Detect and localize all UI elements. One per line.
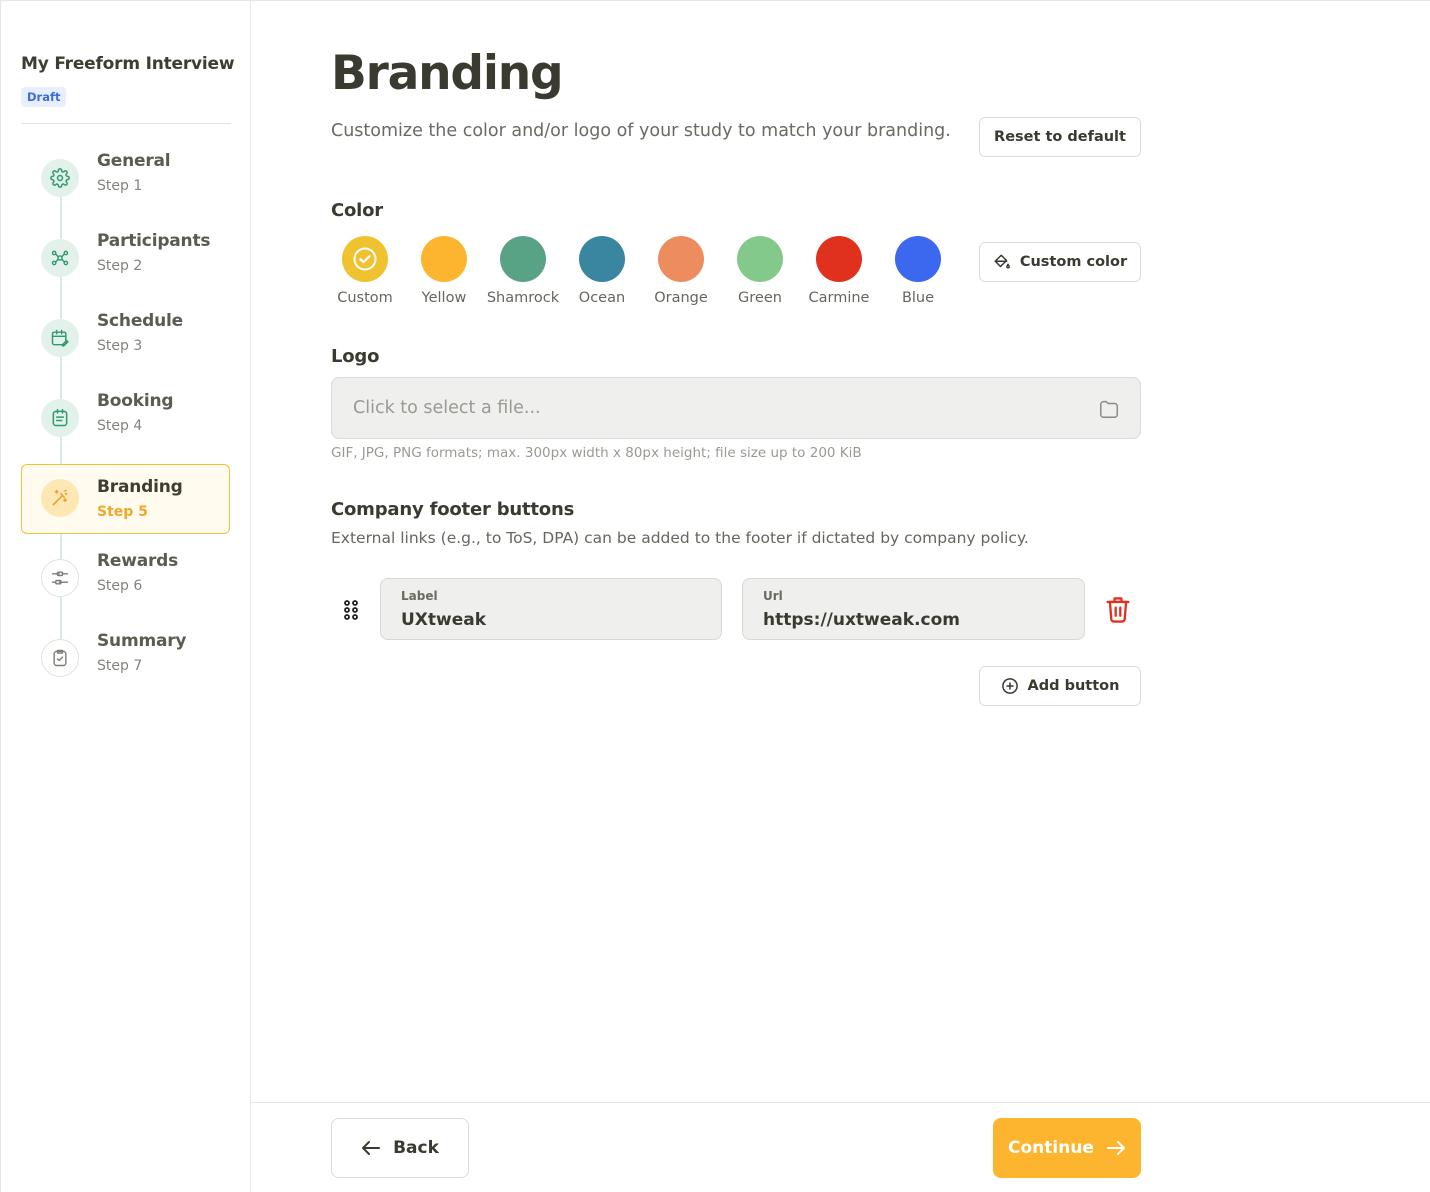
clipboard-check-icon: [41, 639, 79, 677]
magic-wand-icon: [41, 479, 79, 517]
step-number: Step 5: [97, 504, 148, 520]
logo-format-hint: GIF, JPG, PNG formats; max. 300px width …: [331, 445, 862, 461]
sidebar-step-summary[interactable]: Summary Step 7: [21, 624, 230, 694]
sidebar-step-rewards[interactable]: Rewards Step 6: [21, 544, 230, 614]
swatch-label: Green: [738, 290, 782, 306]
sidebar-step-participants[interactable]: Participants Step 2: [21, 224, 230, 294]
swatch-circle: [579, 236, 625, 282]
plus-circle-icon: [1001, 678, 1018, 694]
swatch-yellow[interactable]: Yellow: [404, 236, 484, 310]
swatch-label: Blue: [901, 290, 935, 306]
step-number: Step 1: [97, 178, 143, 194]
step-number: Step 3: [97, 338, 143, 354]
reset-button-label: Reset to default: [994, 129, 1126, 145]
field-title: Label: [401, 589, 438, 603]
swatch-ocean[interactable]: Ocean: [562, 236, 642, 310]
gear-icon: [41, 159, 79, 197]
continue-button[interactable]: Continue: [993, 1118, 1141, 1178]
trash-icon[interactable]: [1104, 595, 1132, 625]
step-name: Branding: [97, 477, 183, 497]
step-number: Step 4: [97, 418, 143, 434]
custom-color-label: Custom color: [1019, 254, 1128, 270]
swatch-label: Custom: [337, 290, 393, 306]
swatch-label: Carmine: [808, 290, 870, 306]
footer-buttons-heading: Company footer buttons: [331, 499, 575, 520]
swatch-label: Yellow: [421, 290, 467, 306]
booking-icon: [41, 399, 79, 437]
file-input-placeholder: Click to select a file...: [353, 398, 541, 418]
sidebar-step-general[interactable]: General Step 1: [21, 144, 230, 214]
step-name: Summary: [97, 631, 187, 651]
swatch-label: Ocean: [578, 290, 626, 306]
step-name: Participants: [97, 231, 211, 251]
swatch-green[interactable]: Green: [720, 236, 800, 310]
sidebar-step-branding[interactable]: Branding Step 5: [21, 464, 230, 534]
swatch-blue[interactable]: Blue: [878, 236, 958, 310]
footer-label-field[interactable]: Label UXtweak: [380, 578, 722, 640]
swatch-circle: [737, 236, 783, 282]
swatch-shamrock[interactable]: Shamrock: [483, 236, 563, 310]
step-name: Booking: [97, 391, 174, 411]
check-circle-icon: [353, 247, 377, 271]
footer-buttons-description: External links (e.g., to ToS, DPA) can b…: [331, 529, 1029, 547]
logo-file-input[interactable]: Click to select a file...: [331, 377, 1141, 439]
back-button-label: Back: [393, 1138, 439, 1158]
custom-color-button[interactable]: Custom color: [979, 242, 1141, 282]
field-value: UXtweak: [401, 610, 487, 630]
step-number: Step 6: [97, 578, 143, 594]
swatch-circle: [421, 236, 467, 282]
sidebar-divider: [21, 123, 231, 124]
swatch-circle: [658, 236, 704, 282]
logo-heading: Logo: [331, 346, 380, 367]
paint-bucket-icon: [994, 254, 1010, 269]
swatch-custom[interactable]: Custom: [325, 236, 405, 310]
swatch-carmine[interactable]: Carmine: [799, 236, 879, 310]
swatch-circle: [816, 236, 862, 282]
swatch-circle: [342, 236, 388, 282]
arrow-right-icon: [1106, 1141, 1125, 1155]
step-name: Rewards: [97, 551, 179, 571]
sidebar-step-booking[interactable]: Booking Step 4: [21, 384, 230, 454]
swatch-circle: [500, 236, 546, 282]
sidebar-step-schedule[interactable]: Schedule Step 3: [21, 304, 230, 374]
continue-button-label: Continue: [1008, 1138, 1094, 1158]
step-name: General: [97, 151, 171, 171]
sliders-icon: [41, 559, 79, 597]
footer-divider: [251, 1102, 1430, 1103]
footer-url-field[interactable]: Url https://uxtweak.com: [742, 578, 1085, 640]
step-number: Step 7: [97, 658, 143, 674]
step-name: Schedule: [97, 311, 183, 331]
drag-handle-icon[interactable]: [340, 598, 362, 622]
status-badge: Draft: [21, 87, 67, 107]
sidebar: My Freeform Interview Draft General Step…: [0, 0, 251, 1192]
back-button[interactable]: Back: [331, 1118, 469, 1178]
arrow-left-icon: [362, 1141, 381, 1155]
page-title: Branding: [331, 46, 564, 101]
swatch-label: Orange: [654, 290, 708, 306]
color-heading: Color: [331, 200, 383, 221]
add-button[interactable]: Add button: [979, 666, 1141, 706]
field-title: Url: [763, 589, 783, 603]
participants-icon: [41, 239, 79, 277]
field-value: https://uxtweak.com: [763, 610, 960, 630]
add-button-label: Add button: [1027, 678, 1120, 694]
reset-to-default-button[interactable]: Reset to default: [979, 117, 1141, 157]
page-description: Customize the color and/or logo of your …: [331, 121, 951, 141]
swatch-circle: [895, 236, 941, 282]
study-title: My Freeform Interview: [21, 54, 235, 74]
swatch-orange[interactable]: Orange: [641, 236, 721, 310]
calendar-edit-icon: [41, 319, 79, 357]
swatch-label: Shamrock: [486, 290, 560, 306]
folder-icon: [1100, 400, 1118, 418]
step-number: Step 2: [97, 258, 143, 274]
